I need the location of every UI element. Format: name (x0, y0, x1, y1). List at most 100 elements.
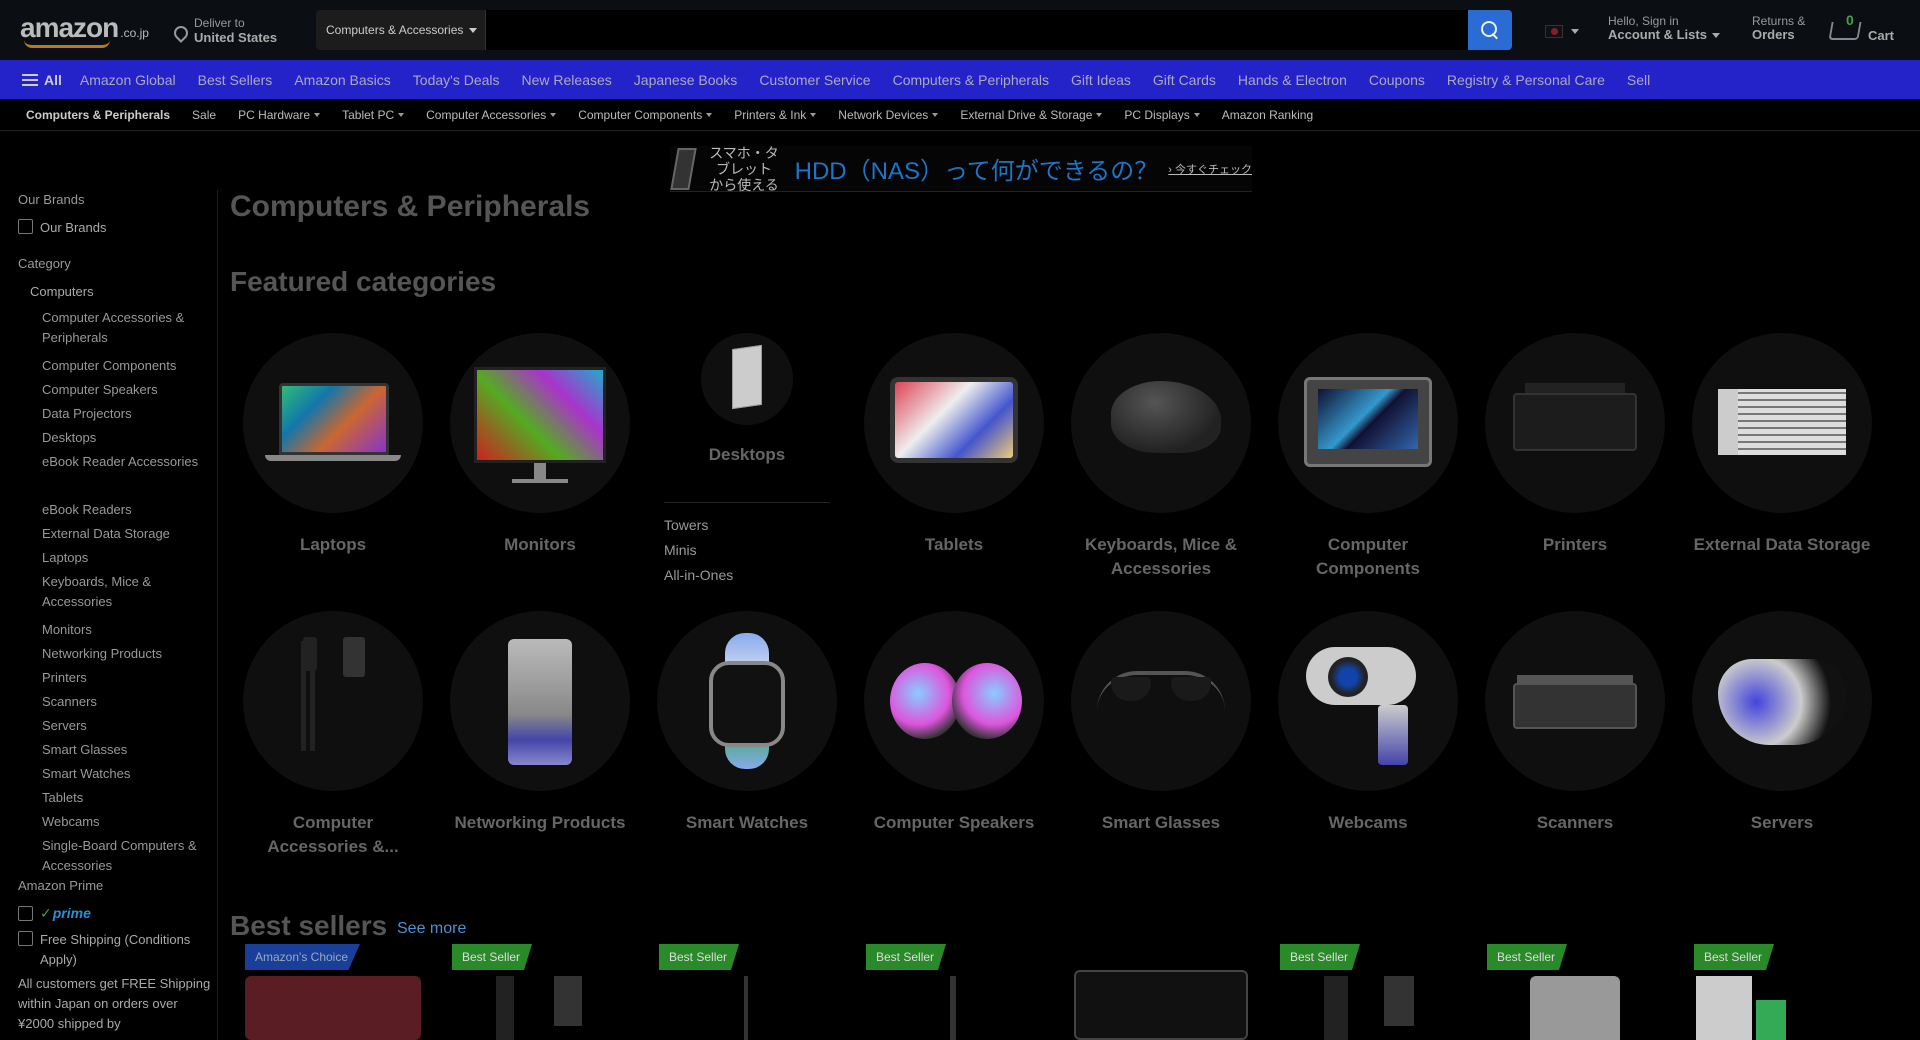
product-image-pen[interactable] (744, 976, 748, 1040)
cart-button[interactable]: 0 Cart (1828, 12, 1914, 48)
category-card[interactable]: Webcams (1278, 611, 1458, 871)
product-image-router[interactable] (1530, 976, 1620, 1040)
all-menu-button[interactable]: All (22, 72, 62, 88)
desktop-sublink[interactable]: All-in-Ones (664, 563, 830, 588)
sub-nav-item[interactable]: Computer Components (578, 108, 713, 122)
see-more-link[interactable]: See more (397, 920, 466, 938)
sub-nav-item[interactable]: External Drive & Storage (960, 108, 1103, 122)
sidebar-category-item[interactable]: Scanners (42, 692, 212, 712)
sidebar-category-item[interactable]: Tablets (42, 788, 212, 808)
category-card[interactable]: Servers (1692, 611, 1872, 871)
category-card[interactable]: Networking Products (450, 611, 630, 871)
hamburger-icon (22, 73, 38, 86)
sidebar-category-item[interactable]: External Data Storage (42, 524, 212, 544)
category-card[interactable]: Smart Glasses (1071, 611, 1251, 871)
amazon-logo[interactable]: amazon .co.jp (20, 12, 155, 48)
sidebar-category-item[interactable]: Single-Board Computers & Accessories (42, 836, 212, 876)
category-image-shape (1378, 705, 1408, 765)
category-card[interactable]: Smart Watches (657, 611, 837, 871)
sidebar-category-item[interactable]: eBook Reader Accessories (42, 452, 212, 472)
sidebar-category-item[interactable]: Smart Glasses (42, 740, 212, 760)
promo-banner[interactable]: スマホ・タブレット から使える HDD（NAS）って何ができるの？ › 今すぐチェ… (670, 145, 1252, 193)
category-card[interactable]: Computer Components (1278, 333, 1458, 593)
main-nav-item[interactable]: Hands & Electron (1238, 72, 1347, 88)
main-nav-item[interactable]: New Releases (522, 72, 612, 88)
deliver-to[interactable]: Deliver to United States (171, 14, 294, 46)
desktop-sublink[interactable]: Towers (664, 513, 830, 538)
our-brands-checkbox[interactable] (18, 219, 33, 234)
japan-flag-icon (1545, 24, 1563, 38)
sub-nav-item[interactable]: Computer Accessories (426, 108, 557, 122)
sub-nav-item[interactable]: Tablet PC (342, 108, 405, 122)
sub-nav-item[interactable]: Computers & Peripherals (26, 108, 170, 122)
category-card[interactable]: External Data Storage (1692, 333, 1872, 593)
main-nav-item[interactable]: Registry & Personal Care (1447, 72, 1605, 88)
category-card[interactable]: Monitors (450, 333, 630, 593)
category-card[interactable]: Printers (1485, 333, 1665, 593)
main-nav-item[interactable]: Gift Cards (1153, 72, 1216, 88)
main-nav-item[interactable]: Coupons (1369, 72, 1425, 88)
sidebar-category-item[interactable]: Networking Products (42, 644, 212, 664)
sidebar-category-item[interactable]: eBook Readers (42, 500, 212, 520)
product-image-stylus[interactable] (950, 976, 956, 1040)
sub-nav-item[interactable]: PC Displays (1124, 108, 1200, 122)
product-image-usb-cable[interactable] (1324, 976, 1348, 1040)
category-image-shape (952, 663, 1022, 739)
banner-cta-link[interactable]: › 今すぐチェック (1168, 161, 1252, 177)
main-nav-item[interactable]: Japanese Books (634, 72, 738, 88)
product-image-sdcard[interactable] (245, 976, 421, 1040)
main-nav-item[interactable]: Gift Ideas (1071, 72, 1131, 88)
product-image-usb-end[interactable] (1384, 976, 1414, 1026)
sidebar-category-item[interactable]: Computer Speakers (42, 380, 212, 400)
sub-nav-item[interactable]: Printers & Ink (734, 108, 817, 122)
category-card[interactable]: Keyboards, Mice & Accessories (1071, 333, 1251, 593)
category-image (864, 611, 1044, 791)
category-card[interactable]: Laptops (243, 333, 423, 593)
sidebar-category-item[interactable]: Printers (42, 668, 212, 688)
best-seller-badge: Best Seller (1487, 944, 1568, 970)
desktop-sublink[interactable]: Minis (664, 538, 830, 563)
product-image-adapter-box[interactable] (1756, 1000, 1786, 1040)
main-nav-item[interactable]: Amazon Global (80, 72, 176, 88)
main-nav-item[interactable]: Computers & Peripherals (893, 72, 1049, 88)
sidebar-category-item[interactable]: Computer Components (42, 356, 212, 376)
category-label: External Data Storage (1693, 535, 1871, 554)
category-card[interactable]: Computer Speakers (864, 611, 1044, 871)
product-image-cable-end[interactable] (554, 976, 582, 1026)
sidebar-category-item[interactable]: Desktops (42, 428, 212, 448)
sidebar-category-item[interactable]: Laptops (42, 548, 212, 568)
sidebar-category-item[interactable]: Computer Accessories & Peripherals (42, 308, 212, 348)
returns-orders[interactable]: Returns & Orders (1752, 14, 1822, 46)
main-nav-item[interactable]: Customer Service (759, 72, 870, 88)
category-card[interactable]: Scanners (1485, 611, 1665, 871)
account-menu[interactable]: Hello, Sign in Account & Lists (1608, 14, 1732, 46)
sub-nav-item[interactable]: Network Devices (838, 108, 939, 122)
sidebar-category-item[interactable]: Smart Watches (42, 764, 212, 784)
category-card[interactable]: Computer Accessories &... (243, 611, 423, 871)
main-nav-item[interactable]: Today's Deals (413, 72, 500, 88)
product-image-wifi-adapter[interactable] (1696, 976, 1752, 1040)
language-selector[interactable] (1545, 22, 1587, 40)
free-shipping-checkbox[interactable] (18, 931, 33, 946)
sub-nav-item[interactable]: Amazon Ranking (1222, 108, 1313, 122)
prime-checkbox[interactable] (18, 906, 33, 921)
sidebar-category-item[interactable]: Data Projectors (42, 404, 212, 424)
sidebar-category-item[interactable]: Monitors (42, 620, 212, 640)
category-card[interactable]: Tablets (864, 333, 1044, 593)
category-label: Computer Accessories &... (267, 813, 399, 856)
product-image-memory-card[interactable] (1074, 970, 1248, 1040)
main-nav-item[interactable]: Best Sellers (198, 72, 273, 88)
category-label: Smart Glasses (1101, 813, 1221, 832)
product-image-cable[interactable] (496, 976, 514, 1040)
search-button[interactable] (1468, 10, 1512, 50)
search-department-select[interactable]: Computers & Accessories (316, 10, 486, 50)
category-parent[interactable]: Computers (30, 284, 94, 299)
sidebar-category-item[interactable]: Webcams (42, 812, 212, 832)
main-nav-item[interactable]: Amazon Basics (294, 72, 390, 88)
sub-nav-item[interactable]: PC Hardware (238, 108, 321, 122)
sub-nav-item[interactable]: Sale (192, 108, 216, 122)
main-nav-item[interactable]: Sell (1627, 72, 1650, 88)
search-input[interactable] (486, 10, 1468, 50)
sidebar-category-item[interactable]: Servers (42, 716, 212, 736)
sidebar-category-item[interactable]: Keyboards, Mice & Accessories (42, 572, 212, 612)
